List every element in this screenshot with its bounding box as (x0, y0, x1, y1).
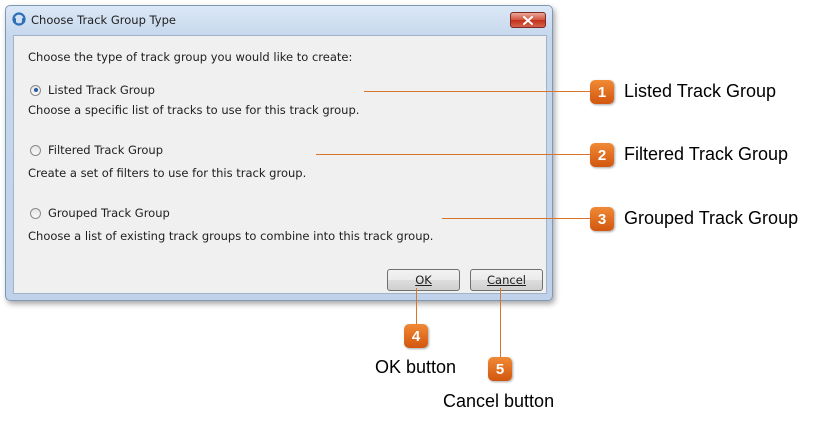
callout-leader-3 (442, 218, 590, 219)
ok-button[interactable]: OK (387, 269, 460, 291)
cancel-button[interactable]: Cancel (470, 269, 543, 291)
close-x-icon (523, 15, 533, 25)
callout-label-5: Cancel button (443, 391, 555, 411)
radio-button[interactable] (30, 207, 41, 219)
option-description: Choose a list of existing track groups t… (28, 229, 434, 243)
callout-badge-5: 5 (488, 357, 512, 381)
option-label: Listed Track Group (48, 83, 155, 97)
callout-leader-2 (316, 154, 590, 155)
prompt-text: Choose the type of track group you would… (28, 50, 353, 64)
callout-badge-1: 1 (590, 80, 614, 104)
close-button[interactable] (510, 12, 546, 28)
callout-leader-4 (416, 288, 417, 324)
radio-button[interactable] (30, 144, 41, 156)
radio-grouped-track-group[interactable]: Grouped Track Group (30, 206, 170, 220)
callout-badge-2: 2 (590, 143, 614, 167)
callout-leader-5 (500, 288, 501, 357)
radio-filtered-track-group[interactable]: Filtered Track Group (30, 143, 163, 157)
callout-label-3: Grouped Track Group (624, 208, 799, 228)
dialog-window: Choose Track Group Type Choose the type … (5, 5, 553, 301)
dialog-body: Choose the type of track group you would… (13, 35, 547, 294)
cancel-button-label: Cancel (487, 273, 526, 287)
callout-leader-1 (364, 91, 590, 92)
app-icon (12, 12, 26, 26)
callout-label-2: Filtered Track Group (624, 144, 789, 164)
dialog-title: Choose Track Group Type (31, 13, 176, 27)
callout-label-1: Listed Track Group (624, 81, 777, 101)
option-description: Create a set of filters to use for this … (28, 166, 307, 180)
radio-button-checked[interactable] (30, 84, 41, 96)
ok-button-label: OK (415, 273, 432, 287)
radio-listed-track-group[interactable]: Listed Track Group (30, 83, 155, 97)
title-bar[interactable]: Choose Track Group Type (6, 6, 552, 32)
option-label: Grouped Track Group (48, 206, 170, 220)
option-label: Filtered Track Group (48, 143, 164, 157)
callout-badge-3: 3 (590, 207, 614, 231)
option-description: Choose a specific list of tracks to use … (28, 103, 360, 117)
callout-label-4: OK button (375, 357, 457, 377)
callout-badge-4: 4 (404, 324, 428, 348)
